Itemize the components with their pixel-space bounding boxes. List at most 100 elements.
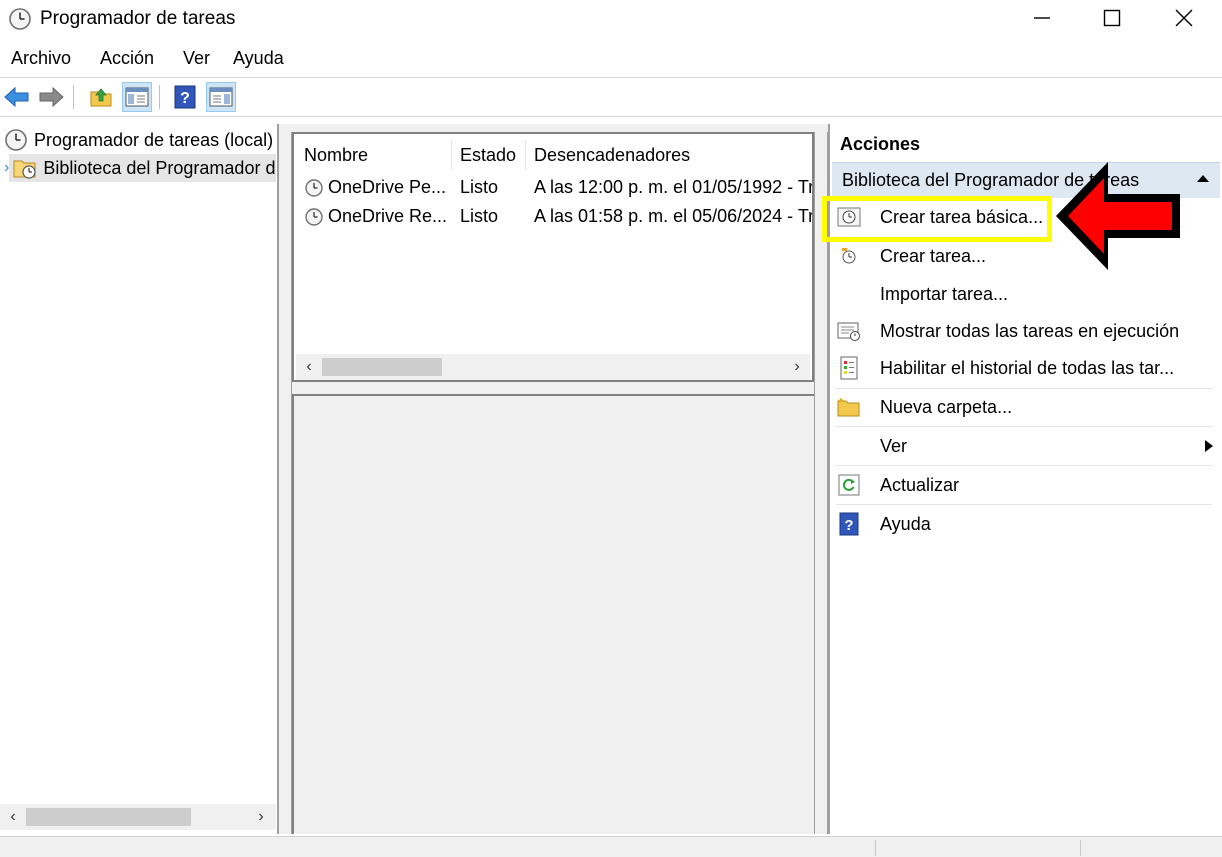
back-arrow-icon <box>4 86 29 108</box>
action-actualizar[interactable]: Actualizar <box>836 468 1214 502</box>
action-label: Ver <box>880 435 908 456</box>
blank-icon <box>836 433 862 459</box>
action-habilitar-historial[interactable]: Habilitar el historial de todas las tar.… <box>836 351 1214 385</box>
refresh-icon <box>836 472 862 498</box>
action-label: Habilitar el historial de todas las tar.… <box>880 357 1175 378</box>
toolbar-separator <box>159 85 160 109</box>
actions-divider <box>836 465 1212 466</box>
window-title: Programador de tareas <box>40 8 236 29</box>
console-tree-pane: Programador de tareas (local) › Bibliote… <box>0 124 278 834</box>
clock-icon <box>305 179 323 197</box>
red-arrow-icon <box>1056 162 1180 270</box>
action-label: Actualizar <box>880 474 960 495</box>
actions-divider <box>836 388 1212 389</box>
menu-accion[interactable]: Acción <box>100 48 154 69</box>
tree-item-label: Programador de tareas (local) <box>34 129 274 150</box>
task-list-pane: Nombre Estado Desencadenadores OneDrive … <box>292 132 814 382</box>
menu-ayuda[interactable]: Ayuda <box>233 48 284 69</box>
forward-button[interactable] <box>36 82 66 112</box>
folder-up-icon <box>90 88 112 107</box>
action-importar-tarea[interactable]: Importar tarea... <box>836 277 1214 311</box>
tree-item-root[interactable]: Programador de tareas (local) <box>4 126 276 154</box>
left-splitter[interactable] <box>278 124 292 834</box>
actions-divider <box>836 426 1212 427</box>
actions-divider <box>836 504 1212 505</box>
clock-icon <box>5 129 27 151</box>
menu-bar: Archivo Acción Ver Ayuda <box>0 44 1222 74</box>
table-row[interactable]: OneDrive Pe... Listo A las 12:00 p. m. e… <box>294 174 814 202</box>
action-nueva-carpeta[interactable]: Nueva carpeta... <box>836 390 1214 424</box>
column-header-estado[interactable]: Estado <box>452 140 526 170</box>
collapse-up-icon[interactable] <box>1196 173 1210 183</box>
horizontal-splitter[interactable] <box>292 382 814 394</box>
title-bar: Programador de tareas <box>0 0 1222 38</box>
new-folder-icon <box>836 394 862 420</box>
close-button[interactable] <box>1148 0 1220 36</box>
task-trigger: A las 12:00 p. m. el 01/05/1992 - Tr <box>534 177 812 197</box>
scroll-left-icon[interactable]: ‹ <box>0 804 26 830</box>
scroll-left-icon[interactable]: ‹ <box>296 354 322 380</box>
history-icon <box>836 355 862 381</box>
show-hide-action-pane-button[interactable] <box>206 82 236 112</box>
svg-text:?: ? <box>180 90 190 107</box>
help-button[interactable]: ? <box>170 82 200 112</box>
minimize-button[interactable] <box>1006 0 1078 36</box>
tree-horizontal-scrollbar[interactable]: ‹ › <box>0 804 276 830</box>
action-label: Ayuda <box>880 513 931 534</box>
status-divider <box>1080 840 1081 856</box>
folder-clock-icon <box>13 160 36 179</box>
task-details-pane <box>292 394 814 834</box>
help-icon: ? <box>836 511 862 537</box>
scroll-right-icon[interactable]: › <box>248 804 274 830</box>
action-ver[interactable]: Ver <box>836 429 1214 463</box>
menu-ver[interactable]: Ver <box>183 48 210 69</box>
clock-icon <box>9 8 31 30</box>
scroll-thumb[interactable] <box>322 358 442 376</box>
show-hide-action-pane-icon <box>209 87 233 107</box>
tree-item-selected: Biblioteca del Programador de tareas <box>9 154 276 182</box>
maximize-button[interactable] <box>1076 0 1148 36</box>
action-label: Crear tarea... <box>880 245 987 266</box>
svg-text:?: ? <box>844 517 853 534</box>
back-button[interactable] <box>2 82 32 112</box>
task-status: Listo <box>460 206 499 226</box>
blank-icon <box>836 281 862 307</box>
toolbar: ? <box>0 79 1222 115</box>
column-header-desencadenadores[interactable]: Desencadenadores <box>526 140 812 170</box>
show-hide-console-tree-icon <box>125 87 149 107</box>
close-icon <box>1175 9 1193 27</box>
scroll-thumb[interactable] <box>26 808 191 826</box>
task-status: Listo <box>460 177 499 197</box>
toolbar-divider <box>0 116 1222 117</box>
center-top-gap <box>284 124 828 132</box>
tree-item-library[interactable]: › Biblioteca del Programador de tareas <box>4 154 276 182</box>
toolbar-separator <box>73 85 74 109</box>
create-task-icon <box>836 243 862 269</box>
show-hide-console-tree-button[interactable] <box>122 82 152 112</box>
menu-archivo[interactable]: Archivo <box>11 48 71 69</box>
action-label: Nueva carpeta... <box>880 396 1013 417</box>
maximize-icon <box>1103 9 1121 27</box>
task-list-horizontal-scrollbar[interactable]: ‹ › <box>296 354 810 380</box>
table-row[interactable]: OneDrive Re... Listo A las 01:58 p. m. e… <box>294 203 814 231</box>
column-header-nombre[interactable]: Nombre <box>296 140 452 170</box>
action-label: Importar tarea... <box>880 283 1009 304</box>
running-tasks-icon <box>836 318 862 344</box>
forward-arrow-icon <box>39 86 64 108</box>
submenu-arrow-icon <box>1205 440 1213 452</box>
task-name: OneDrive Re... <box>328 206 448 226</box>
action-mostrar-tareas-ejecucion[interactable]: Mostrar todas las tareas en ejecución <box>836 314 1214 348</box>
menu-divider <box>0 77 1222 78</box>
minimize-icon <box>1034 17 1050 19</box>
tree-item-label: Biblioteca del Programador de tareas <box>43 157 276 178</box>
task-name: OneDrive Pe... <box>328 177 447 197</box>
status-bar <box>0 836 1222 857</box>
up-one-level-button[interactable] <box>86 82 116 112</box>
actions-title: Acciones <box>840 134 921 154</box>
action-label: Mostrar todas las tareas en ejecución <box>880 320 1180 341</box>
clock-icon <box>305 208 323 226</box>
action-ayuda[interactable]: ? Ayuda <box>836 507 1214 541</box>
scroll-right-icon[interactable]: › <box>784 354 810 380</box>
task-trigger: A las 01:58 p. m. el 05/06/2024 - Tr <box>534 206 812 226</box>
highlight-box <box>822 196 1052 242</box>
